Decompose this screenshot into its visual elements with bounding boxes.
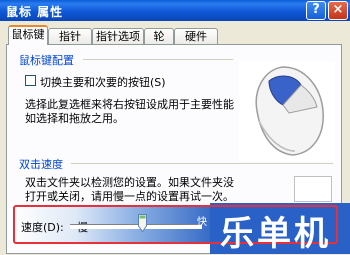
swap-buttons-label: 切换主要和次要的按钮(S)	[40, 76, 166, 89]
dblclick-group-title: 双击速度	[19, 158, 63, 171]
tab-hardware[interactable]: 硬件	[174, 28, 218, 44]
group-divider	[71, 163, 333, 164]
tab-pointer-options[interactable]: 指针选项	[92, 28, 144, 44]
tab-pointers[interactable]: 指针	[48, 28, 92, 44]
window-title: 鼠标 属性	[6, 5, 64, 19]
tab-wheel[interactable]: 轮	[144, 28, 174, 44]
buttons-desc-line2: 如选择和拖放之用。	[25, 112, 124, 125]
test-folder-icon[interactable]	[294, 176, 332, 202]
help-button[interactable]: ?	[306, 1, 326, 20]
swap-buttons-checkbox[interactable]	[25, 75, 36, 86]
tab-buttons[interactable]: 鼠标键	[8, 25, 48, 45]
buttons-group-title: 鼠标键配置	[19, 54, 74, 67]
title-bar: 鼠标 属性 ? ×	[0, 0, 350, 21]
dblclick-desc-line2: 打开或关闭，请用慢一点的设置再试一次。	[25, 190, 234, 203]
close-button[interactable]: ×	[328, 1, 348, 20]
group-divider	[83, 59, 233, 60]
mouse-image	[239, 61, 335, 161]
watermark-text: 乐单机	[220, 214, 331, 254]
